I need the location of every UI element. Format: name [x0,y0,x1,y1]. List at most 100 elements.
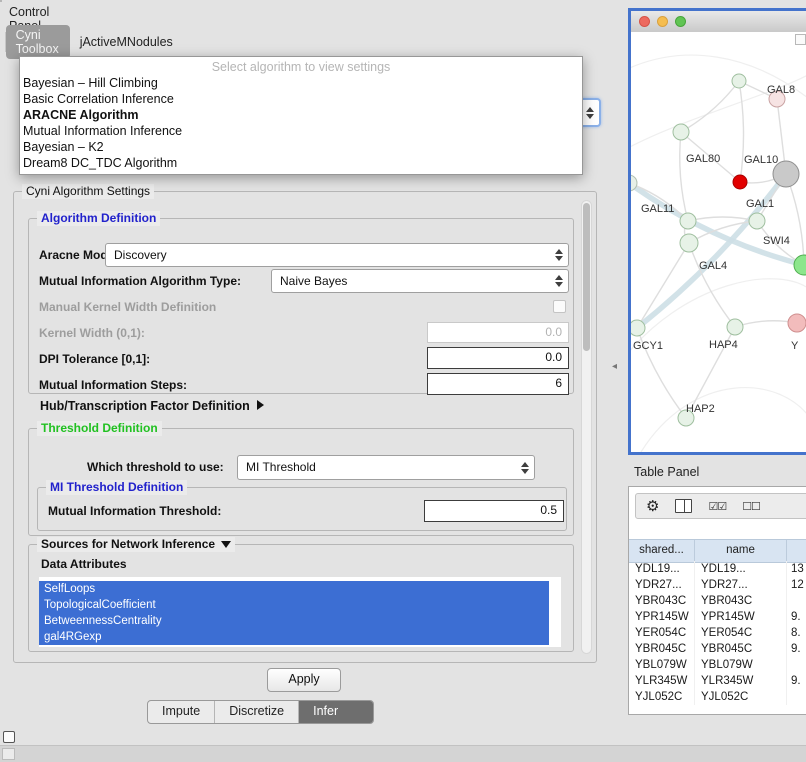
settings-scrollbar[interactable] [581,200,592,654]
tab-select[interactable]: Select [0,32,6,52]
scrollbar-thumb[interactable] [583,203,590,351]
background-arc [641,388,806,452]
sources-title-label: Sources for Network Inference [41,537,215,551]
network-node-item[interactable] [732,74,746,88]
table-row[interactable]: YDL19...YDL19...13 [629,561,806,577]
table-panel-title: Table Panel [634,465,699,479]
table-body: YDL19...YDL19...13YDR27...YDR27...12YBR0… [629,561,806,714]
algorithm-option-basic-correlation-inference[interactable]: Basic Correlation Inference [20,91,582,107]
birdseye-toggle-icon[interactable] [795,34,806,45]
tab-jactivemnodules[interactable]: jActiveMNodules [70,32,183,52]
column-header-shared[interactable]: shared... [629,540,695,562]
splitter-collapse-icon[interactable]: ◂ [612,361,617,372]
tab-label: jActiveMNodules [80,35,173,49]
column-header-name[interactable]: name [695,540,787,562]
network-node-gal4[interactable] [680,234,698,252]
attribute-item-betweennesscentrality[interactable]: BetweennessCentrality [39,613,549,629]
network-canvas[interactable]: GAL80GAL8GAL10GAL1GAL11SWI4GAL4GCY1HAP4Y… [631,32,806,452]
network-node-label: GAL80 [686,153,720,165]
data-attributes-list: SelfLoopsTopologicalCoefficientBetweenne… [39,577,561,647]
attribute-item-gal4rgexp[interactable]: gal4RGexp [39,629,549,645]
which-threshold-value: MI Threshold [246,460,316,474]
network-node-y[interactable] [788,314,806,332]
table-row[interactable]: YJL052CYJL052C [629,689,806,705]
table-cell: YBR043C [695,593,787,609]
network-node-item[interactable] [749,213,765,229]
collapse-arrow-icon [221,541,231,548]
table-cell: YLR345W [695,673,787,689]
network-node-gcy1[interactable] [631,320,645,336]
algorithm-option-bayesian-k2[interactable]: Bayesian – K2 [20,139,582,155]
attribute-item-selfloops[interactable]: SelfLoops [39,581,549,597]
which-threshold-combo[interactable]: MI Threshold [237,455,535,480]
combo-stepper-icon [555,249,563,261]
dpi-tolerance-field[interactable]: 0.0 [427,347,569,369]
network-node-label: GAL8 [767,84,795,96]
minimize-button[interactable] [657,16,668,27]
gear-icon[interactable]: ⚙ [646,499,659,514]
table-row[interactable]: YBR045CYBR045C9. [629,641,806,657]
network-node-label: SWI4 [763,235,790,247]
network-node-gal10[interactable] [733,175,747,189]
close-button[interactable] [639,16,650,27]
kernel-width-field[interactable]: 0.0 [427,322,569,343]
deselect-all-icon[interactable]: ☐☐ [742,500,760,513]
algorithm-option-aracne-algorithm[interactable]: ARACNE Algorithm [20,107,582,123]
algorithm-option-mutual-information-inference[interactable]: Mutual Information Inference [20,123,582,139]
bottom-tab-impute-data[interactable]: Impute Data [148,701,215,723]
bottom-tabbar: Impute DataDiscretize DataInfer Network [147,700,374,724]
network-node-label: GAL11 [641,203,674,215]
manual-kernel-checkbox[interactable] [553,300,566,313]
network-node-hap4[interactable] [727,319,743,335]
hub-tf-definition-toggle[interactable]: Hub/Transcription Factor Definition [40,399,264,413]
sources-group-title[interactable]: Sources for Network Inference [37,537,235,552]
bottom-tab-discretize-data[interactable]: Discretize Data [215,701,299,723]
mi-type-label: Mutual Information Algorithm Type: [39,274,241,288]
table-row[interactable]: YLR345WYLR345W9. [629,673,806,689]
attribute-item-topologicalcoefficient[interactable]: TopologicalCoefficient [39,597,549,613]
table-row[interactable]: YPR145WYPR145W9. [629,609,806,625]
mi-type-combo[interactable]: Naive Bayes [271,269,569,293]
column-header-item[interactable] [787,540,806,562]
network-node-gal11[interactable] [680,213,696,229]
network-node-swi4[interactable] [794,255,806,275]
algorithm-definition-title: Algorithm Definition [37,211,160,226]
network-edge[interactable] [637,243,689,328]
network-edge[interactable] [680,132,688,221]
table-cell: YDR27... [629,577,695,593]
column-chooser-icon[interactable] [675,499,692,513]
table-header-row: shared...name [629,539,806,563]
table-cell: YER054C [695,625,787,641]
strip-box-icon[interactable] [2,748,15,760]
network-window-titlebar[interactable] [631,11,806,33]
apply-button[interactable]: Apply [267,668,341,692]
hub-tf-definition-label: Hub/Transcription Factor Definition [40,399,250,413]
network-edge[interactable] [786,174,804,265]
algorithm-option-bayesian-hill-climbing[interactable]: Bayesian – Hill Climbing [20,75,582,91]
select-all-icon[interactable]: ☑☑ [708,500,726,513]
network-node-label: HAP2 [686,403,715,415]
algorithm-definition-group: Algorithm Definition Aracne Mode: Discov… [28,218,574,394]
tab-cyni-toolbox[interactable]: Cyni Toolbox [6,25,70,59]
tab-label: Cyni Toolbox [16,28,59,56]
network-node-gal80[interactable] [673,124,689,140]
table-row[interactable]: YBL079WYBL079W [629,657,806,673]
algorithm-option-dream8-dc-tdc-algorithm[interactable]: Dream8 DC_TDC Algorithm [20,155,582,171]
table-cell [787,657,806,673]
table-cell [787,593,806,609]
zoom-button[interactable] [675,16,686,27]
mi-threshold-field[interactable]: 0.5 [424,500,564,522]
table-row[interactable]: YER054CYER054C8. [629,625,806,641]
table-row[interactable]: YDR27...YDR27...12 [629,577,806,593]
algorithm-dropdown-popup: Select algorithm to view settings Bayesi… [19,56,583,175]
network-node-label: HAP4 [709,339,738,351]
mi-steps-field[interactable]: 6 [427,373,569,395]
table-row[interactable]: YBR043CYBR043C [629,593,806,609]
mi-threshold-group-title: MI Threshold Definition [46,480,187,495]
network-edge[interactable] [739,81,744,182]
bottom-tab-infer-network[interactable]: Infer Network [299,701,373,723]
sources-group: Sources for Network Inference Data Attri… [28,544,574,652]
panel-toggle-icon[interactable] [3,731,15,743]
aracne-mode-combo[interactable]: Discovery [105,243,569,267]
algorithm-placeholder: Select algorithm to view settings [20,59,582,75]
